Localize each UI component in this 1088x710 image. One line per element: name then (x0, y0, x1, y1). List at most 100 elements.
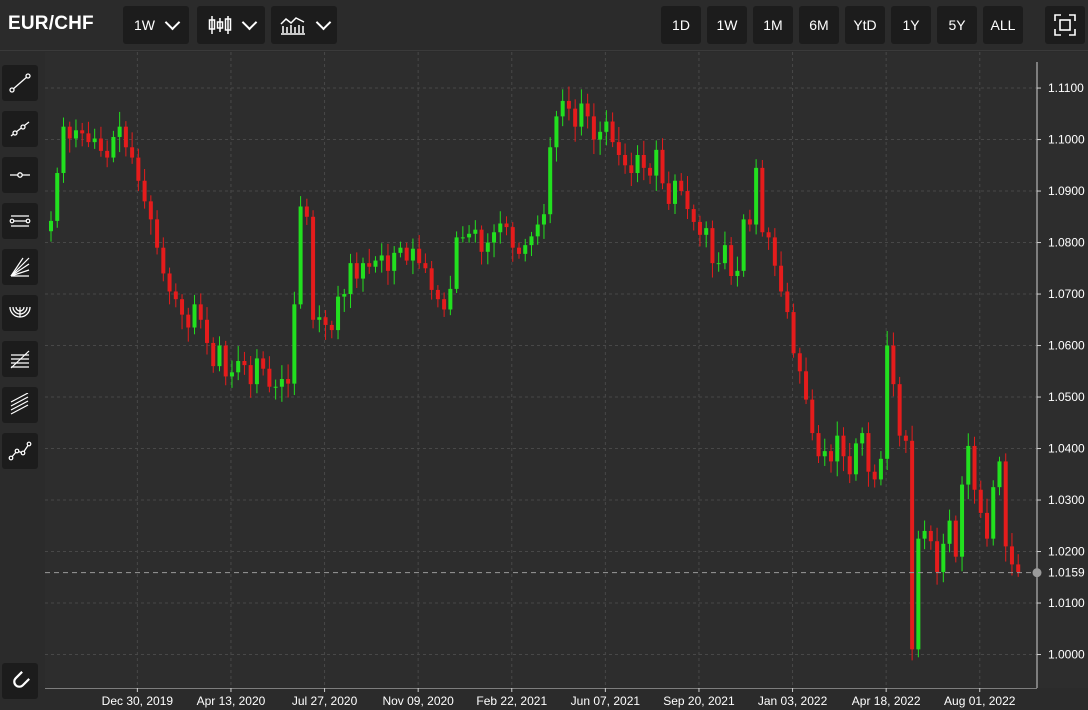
candle-body (448, 288, 453, 310)
horizontal-line-tool[interactable] (2, 157, 38, 193)
candle-body (504, 223, 509, 228)
candle-body (236, 360, 241, 373)
candle-body (117, 126, 122, 137)
candle-body (928, 530, 933, 542)
candle-body (978, 489, 983, 513)
candle-body (123, 126, 128, 148)
candle-body (885, 345, 890, 459)
range-all-button[interactable]: ALL (983, 6, 1023, 44)
path-tool[interactable] (2, 433, 38, 469)
candle-body (98, 138, 103, 151)
range-6m-button[interactable]: 6M (799, 6, 839, 44)
interval-label: 1W (134, 17, 155, 33)
candle-body (960, 484, 965, 557)
y-tick-label: 1.0800 (1048, 236, 1085, 250)
candle-body (311, 216, 316, 320)
candle-body (361, 263, 365, 279)
candle-body (754, 167, 759, 225)
top-toolbar: EUR/CHF 1W 1D 1W 1M 6M YtD 1Y 5Y ALL (0, 0, 1088, 51)
candle-body (629, 165, 634, 174)
range-1d-button[interactable]: 1D (661, 6, 701, 44)
candle-body (566, 100, 571, 109)
candle-body (161, 247, 166, 274)
candle-body (548, 147, 553, 215)
y-tick-label: 1.0500 (1048, 390, 1085, 404)
candle-body (841, 435, 846, 457)
candle-body (903, 435, 908, 441)
candle-body (785, 291, 790, 313)
arc-tool[interactable] (2, 295, 38, 331)
candle-body (517, 247, 521, 254)
candle-body (323, 317, 328, 325)
candle-body (248, 365, 253, 385)
x-tick-label: Apr 13, 2020 (197, 694, 266, 708)
candle-body (673, 180, 677, 204)
candle-body (61, 126, 66, 174)
candle-body (791, 312, 796, 354)
candle-body (155, 219, 160, 248)
candle-body (105, 150, 110, 158)
candle-body (73, 130, 78, 139)
candle-body (810, 399, 815, 434)
chart-type-selector[interactable] (197, 6, 265, 44)
candle-body (541, 214, 546, 225)
candle-body (529, 236, 534, 246)
candle-body (716, 263, 721, 265)
candle-body (242, 360, 247, 366)
candle-body (972, 445, 977, 490)
indicators-icon (279, 17, 305, 35)
candle-body (660, 149, 665, 184)
ray-tool[interactable] (2, 111, 38, 147)
chart-plot-area[interactable]: 1.1100 1.1000 1.0900 1.0800 1.0700 1.0600 1.05… (45, 52, 1088, 688)
range-1y-button[interactable]: 1Y (891, 6, 931, 44)
last-price-marker (1032, 568, 1042, 578)
interval-selector[interactable]: 1W (123, 6, 189, 44)
candle-body (80, 130, 85, 134)
parallel-channel-tool[interactable] (2, 203, 38, 239)
candle-body (535, 224, 540, 237)
candle-body (342, 294, 347, 297)
y-tick-label: 1.0700 (1048, 287, 1085, 301)
candle-body (354, 263, 359, 279)
candle-body (685, 191, 690, 210)
candle-body (604, 121, 609, 132)
range-1m-button[interactable]: 1M (753, 6, 793, 44)
candle-body (304, 206, 309, 217)
fan-tool[interactable] (2, 249, 38, 285)
trend-line-tool[interactable] (2, 65, 38, 101)
candle-body (1003, 461, 1008, 547)
candle-body (985, 512, 989, 539)
indicators-selector[interactable] (271, 6, 337, 44)
candle-body (797, 353, 802, 372)
fib-extension-tool[interactable] (2, 387, 38, 423)
fullscreen-button[interactable] (1045, 6, 1085, 44)
candle-body (747, 219, 752, 225)
x-tick-label: Nov 09, 2020 (382, 694, 454, 708)
range-5y-button[interactable]: 5Y (937, 6, 977, 44)
candle-body (435, 289, 440, 300)
candle-body (623, 154, 628, 166)
candle-body (573, 108, 578, 127)
magnet-tool[interactable] (2, 663, 38, 699)
y-tick-label: 1.0000 (1048, 648, 1085, 662)
candle-body (891, 345, 896, 385)
fib-retracement-tool[interactable] (2, 341, 38, 377)
candle-body (261, 358, 266, 369)
candle-body (598, 131, 603, 140)
candle-body (217, 345, 222, 367)
candle-body (679, 180, 684, 192)
y-tick-label: 1.0400 (1048, 442, 1085, 456)
x-tick-label: Apr 18, 2022 (852, 694, 921, 708)
candle-body (180, 299, 185, 315)
candle-body (485, 242, 490, 252)
candle-body (55, 173, 60, 221)
path-icon (8, 441, 32, 461)
candlestick-chart[interactable]: 1.1100 1.1000 1.0900 1.0800 1.0700 1.0600 1.05… (45, 52, 1088, 688)
candle-body (92, 138, 97, 143)
candle-body (142, 180, 147, 202)
candle-body (373, 260, 378, 267)
candle-body (560, 100, 565, 117)
candle-body (417, 248, 422, 264)
range-1w-button[interactable]: 1W (707, 6, 747, 44)
range-ytd-button[interactable]: YtD (845, 6, 885, 44)
